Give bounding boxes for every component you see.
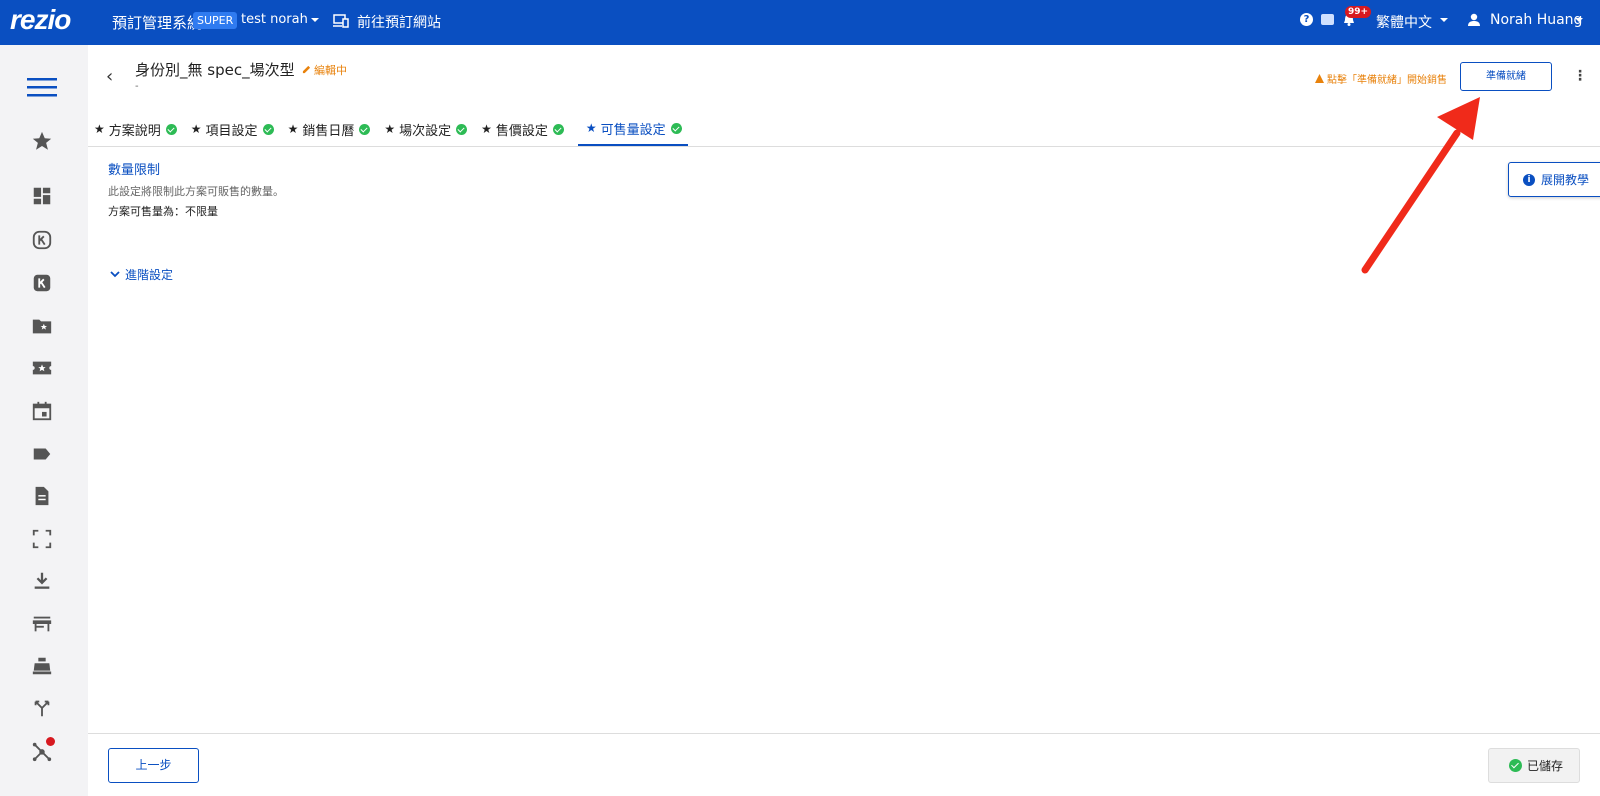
ready-button[interactable]: 準備就緒	[1460, 62, 1552, 91]
chevron-down-icon[interactable]	[311, 18, 319, 22]
star-icon: ★	[287, 122, 299, 136]
star-icon: ★	[384, 122, 396, 136]
alert-dot	[46, 737, 55, 746]
user-icon[interactable]	[1467, 13, 1481, 27]
top-bar: rezio 預訂管理系統 SUPER test norah 前往預訂網站 ? 9…	[0, 0, 1600, 45]
section-title: 數量限制	[108, 163, 161, 178]
tab-label: 可售量設定	[600, 122, 666, 138]
tab-label: 項目設定	[205, 123, 258, 139]
check-icon	[359, 123, 371, 135]
tab-bar: ★ 方案說明 ★ 項目設定 ★ 銷售日曆 ★ 場次設定 ★ 售價設定 ★ 可售量設定	[94, 112, 696, 146]
tab-item-settings[interactable]: ★ 項目設定	[191, 112, 280, 146]
footer-bar	[88, 733, 1600, 796]
tab-availability-settings[interactable]: ★ 可售量設定	[577, 112, 688, 146]
language-selector[interactable]: 繁體中文	[1376, 12, 1432, 32]
pencil-icon	[302, 65, 311, 74]
chevron-down-icon[interactable]	[1440, 18, 1448, 22]
info-icon: i	[1523, 173, 1535, 186]
tab-label: 場次設定	[399, 123, 452, 139]
tutorial-label: 展開教學	[1541, 173, 1590, 187]
tab-label: 銷售日曆	[302, 123, 355, 139]
section-description: 此設定將限制此方案可販售的數量。	[108, 185, 284, 198]
chevron-down-icon	[110, 271, 120, 278]
check-icon	[670, 122, 682, 134]
k-filled-icon[interactable]	[30, 271, 54, 295]
check-icon	[456, 123, 468, 135]
notification-count-badge: 99+	[1345, 6, 1372, 18]
store-icon[interactable]	[30, 612, 54, 636]
advanced-settings-toggle[interactable]: 進階設定	[110, 266, 173, 283]
help-icon[interactable]: ?	[1300, 13, 1313, 26]
k-outline-icon[interactable]	[30, 228, 54, 252]
tag-icon[interactable]	[30, 442, 54, 466]
chat-icon[interactable]	[1321, 14, 1334, 25]
more-options-icon[interactable]: ⋮	[1573, 68, 1587, 84]
tab-session-settings[interactable]: ★ 場次設定	[384, 112, 473, 146]
check-circle-icon	[1509, 759, 1522, 772]
check-icon	[262, 123, 274, 135]
warning-icon	[1315, 74, 1324, 83]
system-title: 預訂管理系統	[112, 14, 203, 32]
ready-warning-text: 點擊「準備就緒」開始銷售	[1327, 75, 1447, 86]
tutorial-button[interactable]: i 展開教學	[1508, 162, 1600, 197]
folder-star-icon[interactable]	[30, 314, 54, 338]
tab-label: 售價設定	[495, 123, 548, 139]
devices-icon[interactable]	[333, 14, 349, 28]
cash-register-icon[interactable]	[30, 654, 54, 678]
booking-site-link[interactable]: 前往預訂網站	[357, 12, 441, 32]
edit-status-badge: 編輯中	[302, 62, 347, 78]
menu-icon[interactable]	[27, 75, 57, 99]
check-icon	[165, 123, 177, 135]
split-arrow-icon[interactable]	[30, 696, 54, 720]
star-icon: ★	[585, 121, 597, 135]
tab-plan-description[interactable]: ★ 方案說明	[94, 112, 183, 146]
advanced-settings-label: 進階設定	[125, 268, 174, 282]
user-menu[interactable]: Norah Huang	[1490, 12, 1582, 28]
role-badge: SUPER	[193, 12, 238, 29]
star-icon: ★	[481, 122, 492, 136]
page-subtitle: -	[135, 81, 139, 92]
tab-sales-calendar[interactable]: ★ 銷售日曆	[288, 112, 377, 146]
tab-price-settings[interactable]: ★ 售價設定	[481, 112, 570, 146]
page-title: 身份別_無 spec_場次型	[135, 61, 295, 79]
account-switcher[interactable]: test norah	[241, 12, 308, 27]
previous-step-button[interactable]: 上一步	[108, 748, 199, 783]
network-icon[interactable]	[30, 737, 55, 763]
scan-icon[interactable]	[30, 527, 54, 551]
download-icon[interactable]	[30, 569, 54, 593]
calendar-icon[interactable]	[30, 399, 54, 423]
star-icon[interactable]	[30, 129, 54, 153]
star-icon: ★	[94, 122, 105, 136]
saved-label: 已儲存	[1527, 759, 1564, 773]
annotation-arrow	[1361, 97, 1480, 274]
ticket-star-icon[interactable]	[30, 356, 54, 380]
saved-button[interactable]: 已儲存	[1488, 748, 1580, 783]
chevron-down-icon[interactable]	[1575, 18, 1583, 22]
ready-warning: 點擊「準備就緒」開始銷售	[1315, 71, 1447, 86]
rezio-logo[interactable]: rezio	[10, 4, 71, 36]
tab-label: 方案說明	[108, 123, 161, 139]
dashboard-icon[interactable]	[30, 184, 54, 208]
star-icon: ★	[190, 122, 202, 136]
check-icon	[552, 123, 564, 135]
back-button[interactable]: ‹	[106, 66, 113, 87]
sidebar	[0, 45, 88, 796]
availability-value: 方案可售量為：不限量	[108, 205, 218, 218]
document-icon[interactable]	[30, 484, 54, 508]
edit-status-label: 編輯中	[314, 64, 347, 77]
